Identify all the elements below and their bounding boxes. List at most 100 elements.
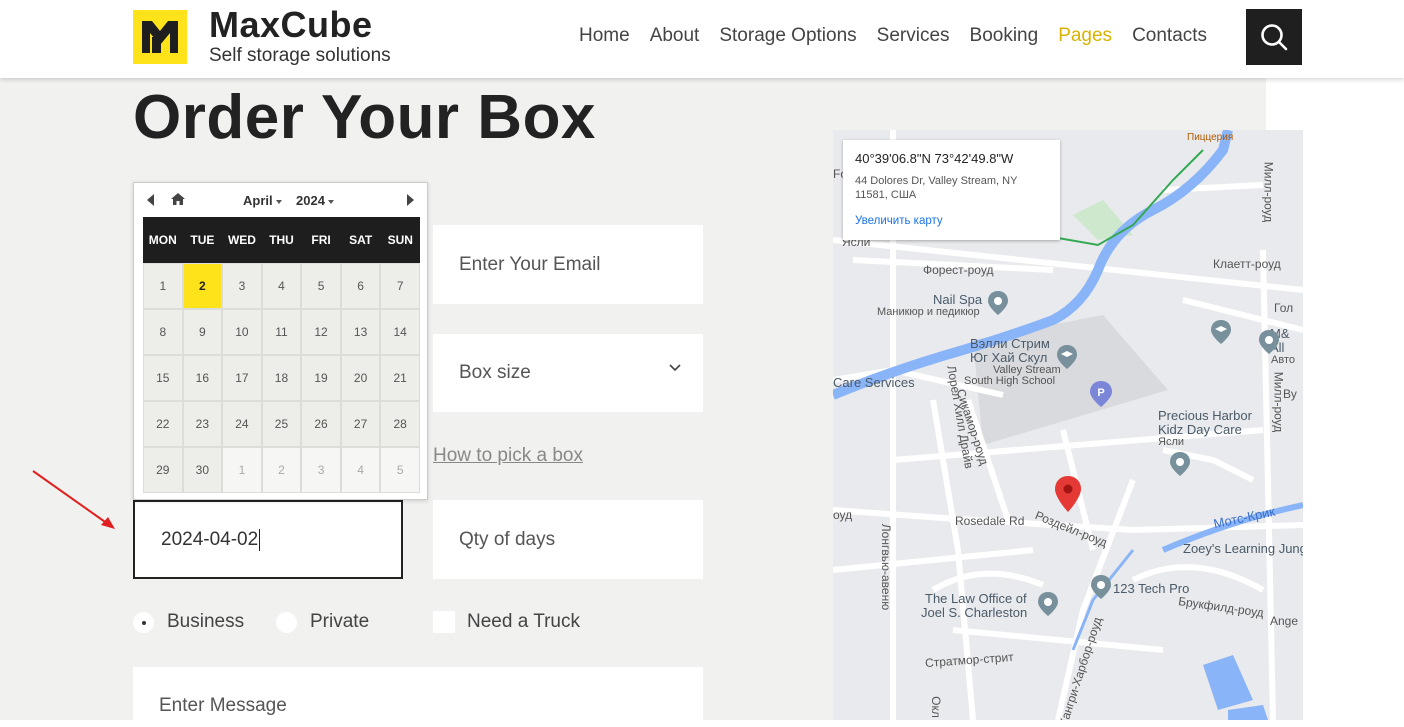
map-label: Юг Хай Скул — [970, 350, 1048, 365]
parking-icon[interactable]: P — [1090, 381, 1112, 407]
need-truck-box[interactable] — [433, 611, 455, 633]
school-icon[interactable] — [1211, 320, 1231, 344]
box-size-label: Box size — [459, 362, 531, 383]
calendar-day[interactable]: 1 — [143, 263, 183, 309]
calendar-day[interactable]: 20 — [340, 355, 381, 401]
calendar-day[interactable]: 30 — [182, 447, 223, 493]
calendar-day[interactable]: 21 — [380, 355, 420, 401]
box-size-select[interactable]: Box size — [433, 334, 703, 412]
how-to-pick-box-link[interactable]: How to pick a box — [433, 445, 583, 467]
brand-name[interactable]: MaxCube — [209, 4, 373, 46]
radio-private[interactable]: Private — [276, 611, 369, 633]
calendar-day[interactable]: 29 — [143, 447, 183, 493]
calendar-day[interactable]: 4 — [340, 447, 381, 493]
weekday-label: SAT — [349, 233, 373, 247]
calendar-day[interactable]: 1 — [222, 447, 262, 493]
radio-business[interactable]: Business — [133, 611, 244, 633]
calendar-day[interactable]: 3 — [222, 263, 262, 309]
calendar-day[interactable]: 19 — [301, 355, 341, 401]
need-truck-label: Need a Truck — [467, 611, 580, 632]
date-input[interactable]: 2024-04-02 — [133, 500, 403, 579]
radio-business-label: Business — [167, 611, 245, 632]
enlarge-map-link[interactable]: Увеличить карту — [855, 215, 1048, 227]
calendar-day[interactable]: 4 — [261, 263, 302, 309]
calendar-day[interactable]: 11 — [261, 309, 302, 355]
calendar-day[interactable]: 27 — [340, 401, 381, 447]
calendar-day[interactable]: 5 — [301, 263, 341, 309]
calendar-day[interactable]: 5 — [380, 447, 420, 493]
radio-private-label: Private — [310, 611, 370, 632]
nav-services[interactable]: Services — [877, 25, 950, 47]
map-label: Милл-роуд — [1271, 371, 1286, 433]
next-month-icon[interactable] — [407, 194, 414, 206]
calendar-day[interactable]: 8 — [143, 309, 183, 355]
nav-contacts[interactable]: Contacts — [1132, 25, 1207, 47]
map-label: Милл-роуд — [1261, 161, 1276, 223]
need-truck-checkbox[interactable]: Need a Truck — [433, 611, 580, 633]
search-button[interactable] — [1246, 9, 1302, 65]
calendar-day[interactable]: 17 — [222, 355, 262, 401]
calendar-day[interactable]: 18 — [261, 355, 302, 401]
calendar-day[interactable]: 7 — [380, 263, 420, 309]
calendar-day[interactable]: 3 — [301, 447, 341, 493]
calendar-day[interactable]: 6 — [340, 263, 381, 309]
calendar-day[interactable]: 22 — [143, 401, 183, 447]
school-icon[interactable] — [1057, 345, 1077, 369]
prev-month-icon[interactable] — [147, 194, 154, 206]
map-label: Joel S. Charleston — [921, 605, 1028, 620]
map-label: Ясли — [1158, 436, 1185, 448]
calendar-days: 1 2 3 4 5 6 7 8 9 10 11 12 13 14 15 16 17 18 19 20 21 22 23 24 2… — [143, 263, 420, 493]
map-label: Ву — [1283, 387, 1297, 401]
map-label: Precious Harbor — [1158, 408, 1252, 423]
year-select[interactable]: 2024 — [296, 193, 334, 208]
date-value: 2024-04-02 — [161, 528, 259, 550]
calendar-day[interactable]: 16 — [182, 355, 223, 401]
map-label: Лонгвью-авеню — [879, 523, 894, 611]
radio-business-circle[interactable] — [133, 611, 154, 633]
calendar-day[interactable]: 10 — [222, 309, 262, 355]
weekday-label: MON — [148, 233, 177, 247]
poi-pin-icon[interactable] — [1038, 592, 1058, 616]
location-marker-icon[interactable] — [1055, 476, 1081, 512]
map-label: Zoey's Learning Jung — [1183, 541, 1303, 556]
home-icon[interactable] — [170, 192, 186, 206]
nav-storage-options[interactable]: Storage Options — [719, 25, 856, 47]
annotation-arrow — [32, 470, 115, 529]
poi-pin-icon[interactable] — [988, 291, 1008, 315]
calendar-day[interactable]: 28 — [380, 401, 420, 447]
radio-private-circle[interactable] — [276, 611, 297, 633]
map-label: Nail Spa — [933, 292, 983, 307]
calendar-day[interactable]: 14 — [380, 309, 420, 355]
map-label: Вэлли Стрим — [970, 336, 1050, 351]
poi-pin-icon[interactable] — [1259, 330, 1279, 354]
calendar-day[interactable]: 2 — [261, 447, 302, 493]
map-coordinates: 40°39'06.8"N 73°42'49.8"W — [855, 151, 1014, 166]
calendar-day[interactable]: 25 — [261, 401, 302, 447]
nav-pages[interactable]: Pages — [1058, 25, 1112, 47]
calendar-day[interactable]: 2 — [182, 263, 223, 309]
weekday-header: MON TUE WED THU FRI SAT SUN — [143, 217, 420, 263]
calendar-day[interactable]: 15 — [143, 355, 183, 401]
email-field[interactable]: Enter Your Email — [433, 225, 703, 304]
calendar-day[interactable]: 24 — [222, 401, 262, 447]
calendar-day[interactable]: 13 — [340, 309, 381, 355]
nav-booking[interactable]: Booking — [970, 25, 1039, 47]
map-label: 123 Tech Pro — [1113, 581, 1190, 596]
message-field[interactable]: Enter Message — [133, 667, 703, 727]
nav-home[interactable]: Home — [579, 25, 630, 47]
weekday-label: WED — [227, 233, 256, 247]
calendar-day[interactable]: 9 — [182, 309, 223, 355]
calendar-day[interactable]: 23 — [182, 401, 223, 447]
nav-about[interactable]: About — [650, 25, 700, 47]
logo[interactable] — [133, 10, 187, 64]
year-dropdown-icon — [327, 199, 334, 204]
month-select[interactable]: April — [243, 193, 282, 208]
poi-pin-icon[interactable] — [1170, 452, 1190, 476]
calendar-day[interactable]: 12 — [301, 309, 341, 355]
map-label: Окл — [928, 696, 943, 718]
poi-pin-icon[interactable] — [1091, 575, 1111, 599]
map-embed[interactable]: Форест-роуд Клаетт-роуд Ясли Nail Spa Ма… — [833, 130, 1303, 720]
weekday-label: TUE — [190, 233, 215, 247]
qty-days-field[interactable]: Qty of days — [433, 500, 703, 579]
calendar-day[interactable]: 26 — [301, 401, 341, 447]
